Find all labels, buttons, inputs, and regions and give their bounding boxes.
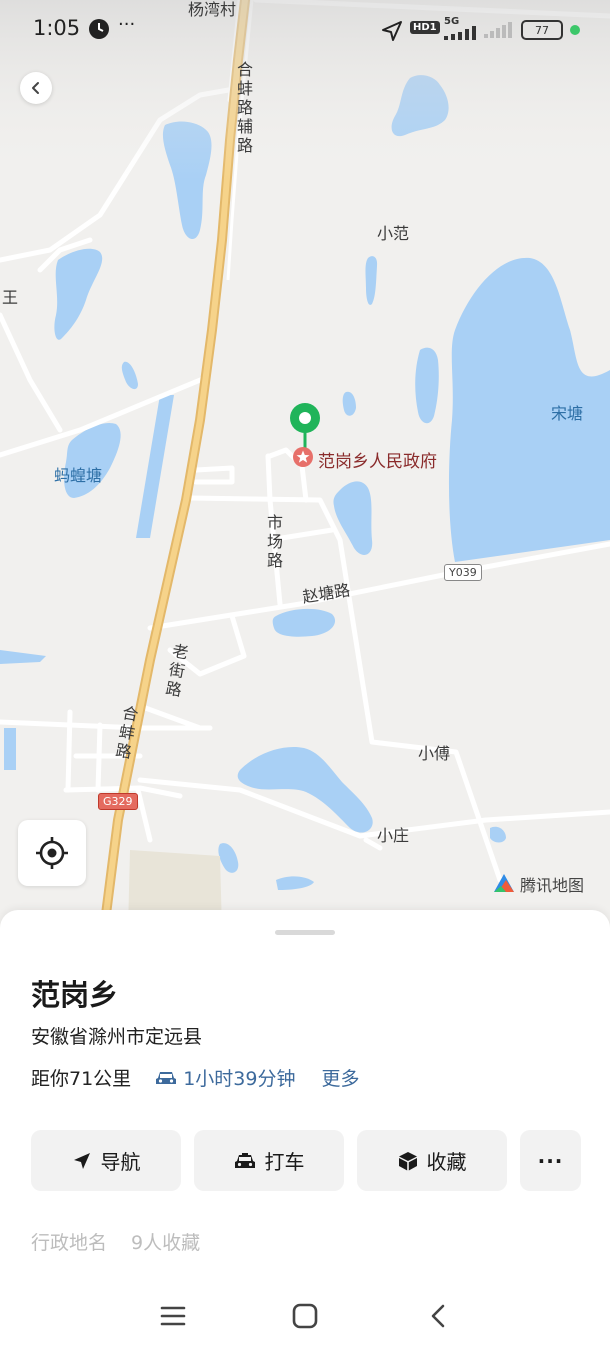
drive-time-link[interactable]: 1小时39分钟 (155, 1064, 295, 1091)
poi-label[interactable]: 范岗乡人民政府 (318, 447, 437, 472)
back-icon (431, 1304, 445, 1328)
menu-button[interactable] (153, 1298, 193, 1334)
favorite-label: 收藏 (426, 1150, 467, 1174)
watermark-text: 腾讯地图 (520, 876, 585, 895)
clock-icon (89, 19, 109, 39)
battery-dot (570, 25, 580, 35)
system-nav-bar (0, 1276, 610, 1356)
hd-icon: HD1 (410, 21, 440, 34)
system-back-button[interactable] (418, 1298, 458, 1334)
map-label-shichang-road: 市场路 (266, 513, 283, 570)
map-label-wang: 王 (2, 288, 19, 307)
more-link[interactable]: 更多 (321, 1064, 359, 1091)
map-label-xiaofu: 小傅 (418, 744, 451, 763)
government-marker-icon[interactable] (292, 446, 314, 468)
sheet-drag-handle[interactable] (275, 930, 335, 935)
navigate-label: 导航 (100, 1150, 141, 1174)
battery-level: 77 (535, 23, 549, 37)
status-time: 1:05 (33, 16, 81, 40)
back-button[interactable] (20, 72, 52, 104)
car-icon (156, 1071, 177, 1084)
place-tags: 行政地名 9人收藏 (31, 1228, 200, 1255)
menu-icon (160, 1306, 186, 1326)
my-location-button[interactable] (18, 820, 86, 886)
navigation-arrow-icon (73, 1152, 90, 1169)
tag-category: 行政地名 (31, 1232, 108, 1254)
chevron-left-icon (32, 82, 39, 94)
more-dots-icon: ··· (537, 1148, 564, 1173)
place-title: 范岗乡 (31, 978, 119, 1012)
distance-text: 距你71公里 (31, 1068, 132, 1090)
map-label-xiaozhuang: 小庄 (377, 826, 410, 845)
map-label-xiaofan: 小范 (377, 224, 410, 243)
status-bar: 1:05 ··· HD1 5G 77 (0, 0, 610, 58)
road-shield-y039: Y039 (444, 564, 482, 581)
map-label-mahuangtang: 蚂蝗塘 (54, 466, 103, 485)
status-more-dots: ··· (118, 14, 136, 35)
tag-favorites: 9人收藏 (131, 1232, 201, 1254)
taxi-label: 打车 (264, 1150, 305, 1174)
taxi-icon (234, 1152, 255, 1168)
location-arrow-icon (382, 21, 402, 41)
signal-icon (484, 22, 512, 38)
crosshair-icon (36, 837, 68, 869)
tencent-map-logo-icon (494, 874, 514, 892)
taxi-button[interactable]: 打车 (194, 1130, 344, 1191)
drive-time-text: 1小时39分钟 (183, 1068, 296, 1090)
box-icon (398, 1151, 417, 1170)
place-address: 安徽省滁州市定远县 (31, 1026, 203, 1048)
map-watermark: 腾讯地图 (492, 872, 584, 896)
road-shield-g329: G329 (98, 793, 138, 810)
route-info-row: 距你71公里 1小时39分钟 更多 (31, 1064, 359, 1091)
home-icon (292, 1303, 318, 1329)
map-label-hebeng-aux-road: 合蚌路辅路 (236, 60, 253, 155)
map-view[interactable]: 杨湾村 合蚌路辅路 小范 王 宋塘 蚂蝗塘 市场路 赵塘路 老街路 合蚌路 小傅… (0, 0, 610, 930)
navigate-button[interactable]: 导航 (31, 1130, 181, 1191)
signal-5g-icon: 5G (444, 16, 484, 40)
more-actions-button[interactable]: ··· (520, 1130, 581, 1191)
action-buttons: 导航 打车 收藏 ··· (31, 1130, 581, 1191)
battery-icon: 77 (521, 20, 563, 40)
home-button[interactable] (285, 1298, 325, 1334)
map-label-songtang: 宋塘 (551, 404, 584, 423)
favorite-button[interactable]: 收藏 (357, 1130, 507, 1191)
